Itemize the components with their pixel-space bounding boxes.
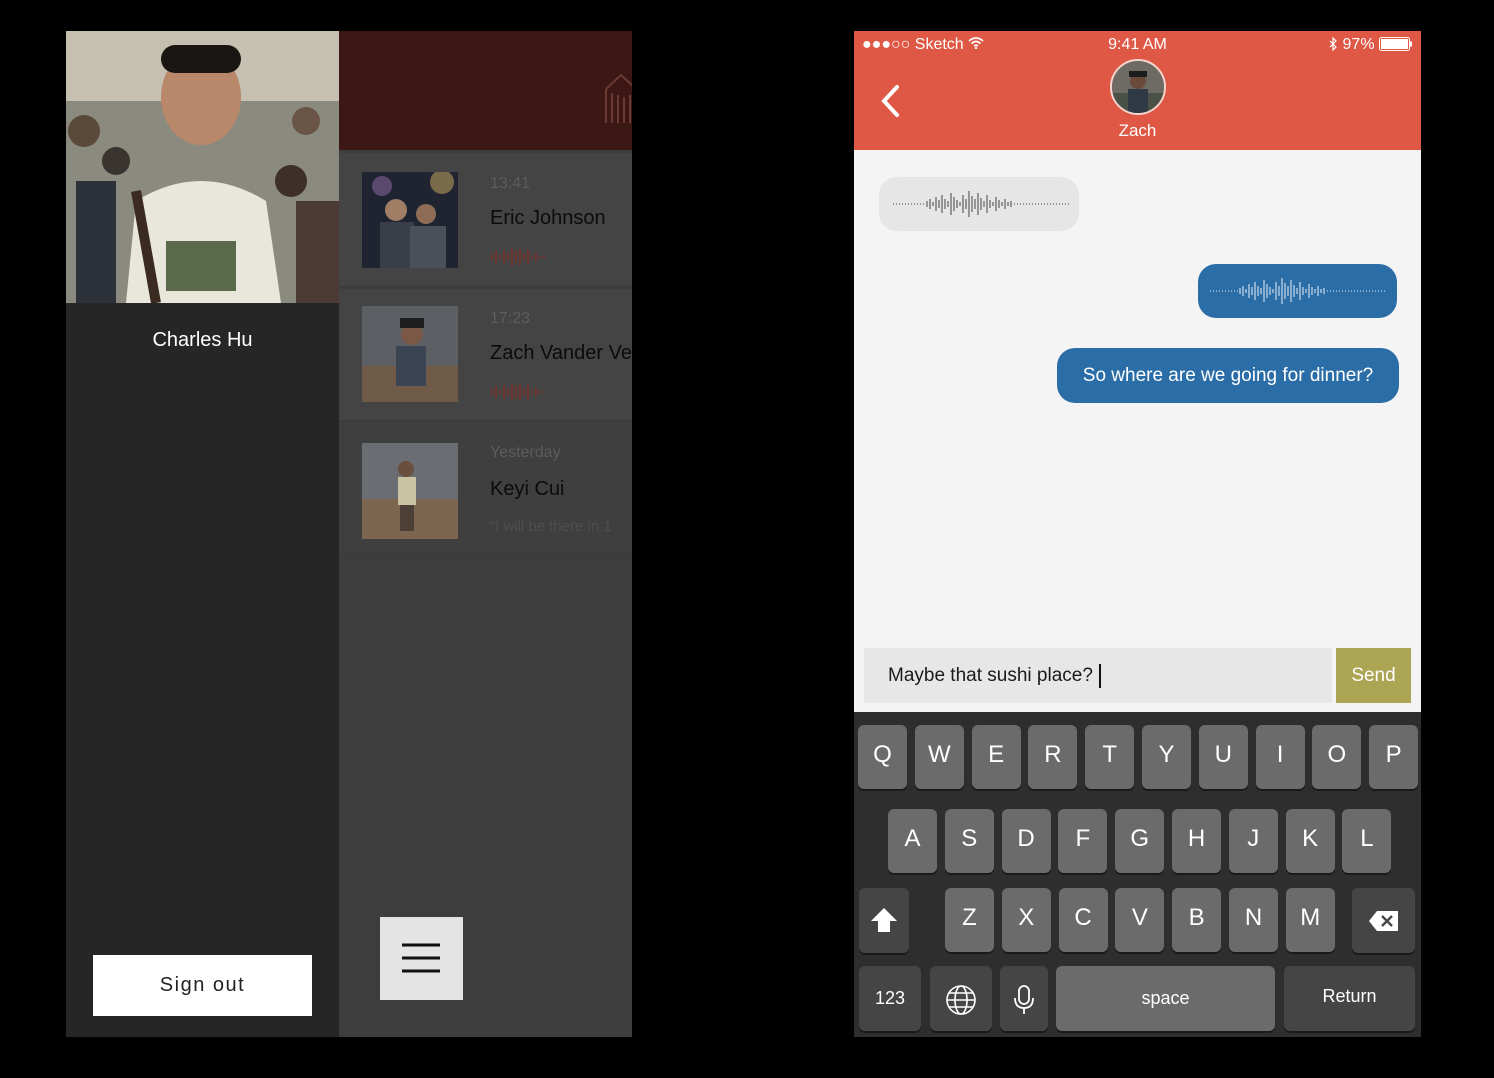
status-battery: 97%: [1328, 36, 1413, 54]
key-a[interactable]: A: [888, 809, 937, 873]
key-k[interactable]: K: [1285, 809, 1335, 873]
left-screen: 13:41 Eric Johnson 17:23 Zach Vander Ve: [66, 31, 632, 1037]
key-p[interactable]: P: [1369, 725, 1419, 789]
bluetooth-icon: [1329, 36, 1337, 52]
conversation-preview: “I will be there in 1: [490, 518, 612, 535]
key-i[interactable]: I: [1255, 725, 1305, 789]
conversation-item[interactable]: Yesterday Keyi Cui “I will be there in 1: [339, 423, 632, 553]
chat-header: ●●●○○ Sketch 9:41 AM 97% Zach: [854, 31, 1421, 150]
key-u[interactable]: U: [1198, 725, 1248, 789]
contact-avatar[interactable]: [1110, 59, 1166, 115]
audio-waveform-icon: [491, 383, 545, 401]
globe-key[interactable]: [930, 966, 992, 1031]
delete-key[interactable]: [1352, 888, 1415, 953]
outgoing-text-message[interactable]: So where are we going for dinner?: [1057, 348, 1399, 403]
incoming-voice-message[interactable]: [879, 177, 1079, 231]
key-e[interactable]: E: [971, 725, 1021, 789]
key-h[interactable]: H: [1172, 809, 1221, 873]
profile-name: Charles Hu: [152, 329, 253, 351]
key-t[interactable]: T: [1085, 725, 1135, 789]
backspace-icon: [1369, 911, 1398, 931]
numbers-key[interactable]: 123: [859, 966, 921, 1031]
conversation-time: Yesterday: [490, 444, 561, 461]
audio-waveform-icon: [491, 248, 545, 266]
profile-photo: [66, 31, 339, 303]
message-input-text: Maybe that sushi place?: [888, 648, 1101, 703]
conversation-thumbnail: [362, 172, 458, 268]
key-y[interactable]: Y: [1142, 725, 1191, 789]
contact-name: Zach: [1118, 121, 1157, 140]
key-n[interactable]: N: [1229, 888, 1278, 952]
key-f[interactable]: F: [1058, 809, 1108, 873]
key-d[interactable]: D: [1001, 809, 1051, 873]
conversation-time: 17:23: [490, 310, 531, 327]
conversation-name: Eric Johnson: [490, 207, 606, 229]
key-q[interactable]: Q: [858, 725, 907, 789]
conversation-thumbnail: [362, 306, 458, 402]
key-j[interactable]: J: [1228, 809, 1278, 873]
send-button[interactable]: Send: [1336, 648, 1411, 703]
key-b[interactable]: B: [1172, 888, 1222, 952]
battery-icon: [1379, 37, 1412, 51]
key-r[interactable]: R: [1028, 725, 1078, 789]
outgoing-voice-message[interactable]: [1198, 264, 1397, 318]
keyboard: QWERTYUIOP ASDFGHJKL ZXCVBNM 123 space R…: [854, 712, 1421, 1037]
key-x[interactable]: X: [1001, 888, 1051, 952]
conversation-item[interactable]: 17:23 Zach Vander Ve: [339, 289, 632, 421]
key-g[interactable]: G: [1115, 809, 1165, 873]
audio-waveform-icon: [1210, 278, 1386, 304]
conversation-thumbnail: [362, 443, 458, 539]
chat-screen: ●●●○○ Sketch 9:41 AM 97% Zach So where a…: [854, 31, 1421, 1037]
key-c[interactable]: C: [1058, 888, 1108, 952]
message-input[interactable]: Maybe that sushi place?: [864, 648, 1332, 703]
microphone-icon: [1014, 985, 1034, 1014]
key-z[interactable]: Z: [945, 888, 994, 952]
back-chevron-icon[interactable]: [878, 83, 902, 119]
menu-button[interactable]: [380, 917, 463, 1000]
audio-waveform-icon: [893, 191, 1069, 217]
key-l[interactable]: L: [1342, 809, 1392, 873]
key-s[interactable]: S: [944, 809, 994, 873]
space-key[interactable]: space: [1056, 966, 1275, 1031]
key-w[interactable]: W: [914, 725, 964, 789]
conversation-item[interactable]: 13:41 Eric Johnson: [339, 153, 632, 287]
logo-icon: [605, 73, 632, 123]
key-m[interactable]: M: [1285, 888, 1335, 952]
text-caret: [1098, 663, 1101, 688]
microphone-key[interactable]: [1000, 966, 1048, 1031]
conversation-name: Keyi Cui: [490, 478, 565, 500]
side-drawer: Charles Hu Sign out: [66, 31, 339, 1037]
globe-icon: [946, 985, 976, 1015]
key-v[interactable]: V: [1115, 888, 1165, 952]
shift-arrow-icon: [871, 908, 897, 932]
conversation-time: 13:41: [490, 175, 531, 192]
conversation-name: Zach Vander Ve: [490, 342, 632, 364]
hamburger-icon: [402, 943, 440, 973]
return-key[interactable]: Return: [1284, 966, 1415, 1031]
main-header: [339, 31, 632, 150]
sign-out-button[interactable]: Sign out: [93, 955, 312, 1016]
key-o[interactable]: O: [1312, 725, 1362, 789]
shift-key[interactable]: [859, 888, 909, 953]
